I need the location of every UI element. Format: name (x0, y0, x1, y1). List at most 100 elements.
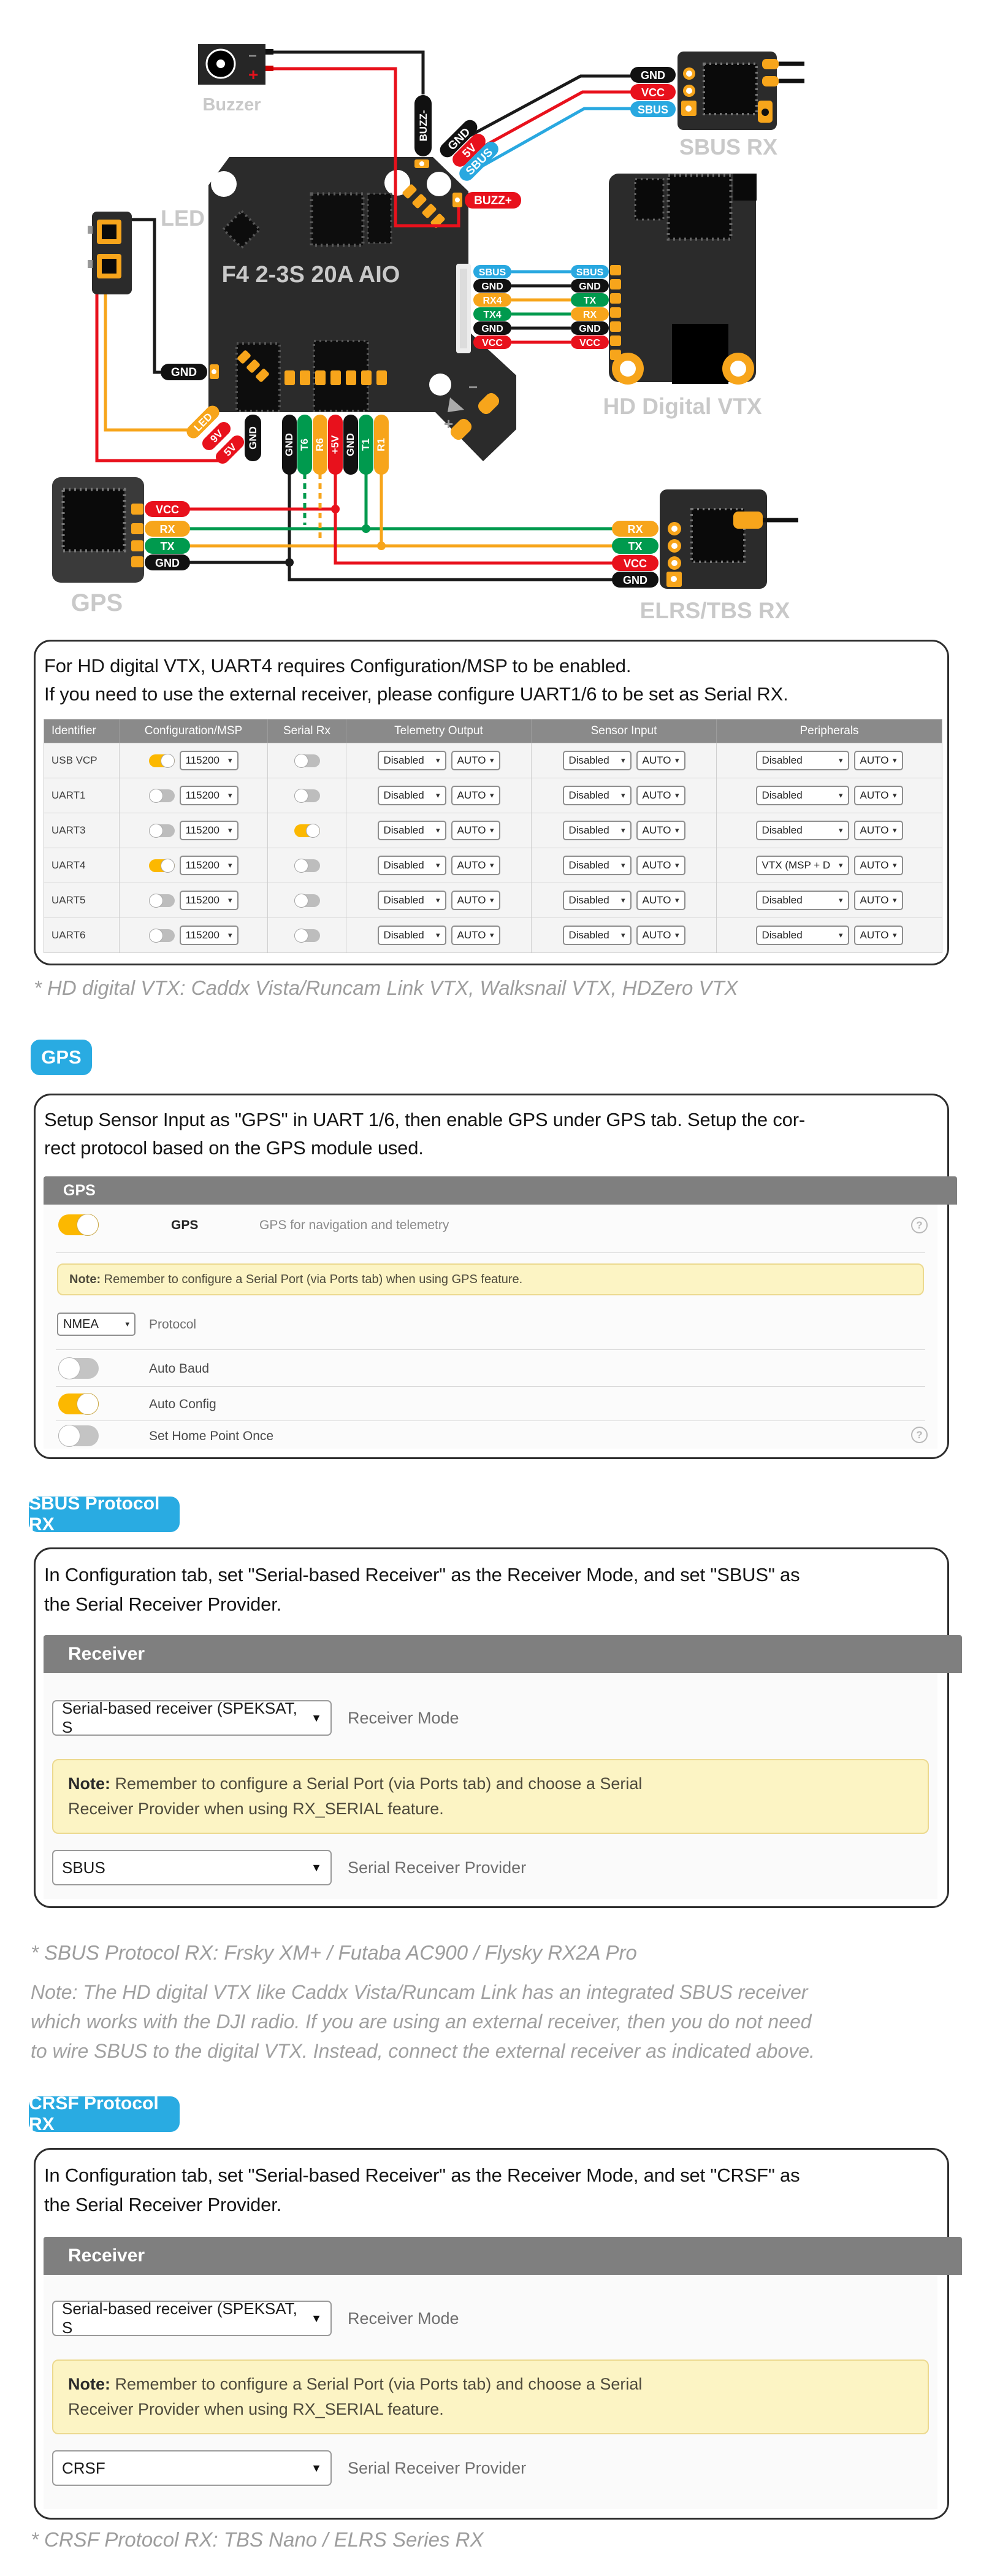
baud-select[interactable]: 115200▾ (180, 821, 239, 840)
baud-select[interactable]: 115200▾ (180, 751, 239, 770)
pin-col-vtx: SBUS GND TX RX GND VCC (571, 265, 609, 349)
serial-rx-toggle[interactable] (294, 894, 320, 907)
svg-text:SBUS: SBUS (638, 104, 668, 116)
auto-config-toggle[interactable] (58, 1393, 99, 1414)
telemetry-cell: Disabled▾ AUTO▾ (346, 848, 531, 883)
telemetry-baud-select[interactable]: AUTO▾ (451, 786, 500, 805)
sensor-select[interactable]: Disabled▾ (563, 786, 632, 805)
serial-rx-toggle[interactable] (294, 754, 320, 767)
serial-rx-toggle[interactable] (294, 824, 320, 837)
svg-text:SBUS: SBUS (576, 267, 604, 278)
peripherals-select[interactable]: Disabled▾ (756, 786, 849, 805)
pin-buzz-plus: BUZZ+ (465, 192, 521, 209)
telemetry-baud-select[interactable]: AUTO▾ (451, 856, 500, 875)
chevron-down-icon: ▾ (893, 930, 897, 940)
baud-select[interactable]: 115200▾ (180, 926, 239, 945)
serial-rx-toggle[interactable] (294, 859, 320, 872)
sensor-baud-select[interactable]: AUTO ▾ (636, 891, 685, 910)
telemetry-baud-select[interactable]: AUTO▾ (451, 891, 500, 910)
col-configuration-msp: Configuration/MSP (119, 719, 267, 743)
sensor-baud-select[interactable]: AUTO▾ (636, 786, 685, 805)
msp-toggle[interactable] (149, 894, 175, 907)
sensor-baud-select[interactable]: AUTO▾ (636, 856, 685, 875)
serial-rx-toggle[interactable] (294, 789, 320, 802)
serial-rx-toggle[interactable] (294, 929, 320, 942)
peripherals-baud-select[interactable]: AUTO▾ (854, 891, 903, 910)
serial-provider-select[interactable]: SBUS▼ (52, 1850, 332, 1885)
msp-toggle[interactable] (149, 859, 175, 872)
chevron-down-icon: ▾ (839, 826, 843, 835)
help-icon[interactable]: ? (911, 1217, 928, 1233)
peripherals-select[interactable]: Disabled▾ (756, 926, 849, 945)
gps-module: GPS (52, 477, 144, 616)
sensor-cell: Disabled▾AUTO▾ (531, 848, 716, 883)
chevron-down-icon: ▾ (436, 861, 440, 870)
peripherals-baud-select[interactable]: AUTO▾ (854, 856, 903, 875)
chevron-down-icon: ▾ (490, 756, 494, 765)
baud-select[interactable]: 115200▾ (180, 786, 239, 805)
chevron-down-icon: ▾ (675, 895, 679, 905)
peripherals-select[interactable]: Disabled▾ (756, 751, 849, 770)
dropdown-arrow-icon: ▼ (311, 1712, 322, 1725)
peripherals-select[interactable]: Disabled▾ (756, 891, 849, 910)
receiver-mode-select[interactable]: Serial-based receiver (SPEKSAT, S▼ (52, 1700, 332, 1736)
sbus-intro-line2: the Serial Receiver Provider. (44, 1593, 281, 1616)
peripherals-value: Disabled (762, 789, 803, 802)
peripherals-value: Disabled (762, 824, 803, 837)
telemetry-select[interactable]: Disabled▾ (378, 751, 446, 770)
config-msp-cell: 115200▾ (119, 743, 267, 778)
peripherals-select[interactable]: VTX (MSP + D▾ (756, 856, 849, 875)
crsf-intro-line1: In Configuration tab, set "Serial-based … (44, 2164, 800, 2187)
sensor-baud-value: AUTO (643, 894, 671, 907)
sensor-select[interactable]: Disabled▾ (563, 821, 632, 840)
dropdown-arrow-icon: ▼ (311, 2312, 322, 2325)
chevron-down-icon: ▾ (893, 895, 897, 905)
peripherals-baud-select[interactable]: AUTO▾ (854, 821, 903, 840)
serial-provider-select[interactable]: CRSF▼ (52, 2450, 332, 2486)
msp-toggle[interactable] (149, 824, 175, 837)
set-home-toggle[interactable] (58, 1425, 99, 1446)
telemetry-value: Disabled (384, 789, 424, 802)
peripherals-select[interactable]: Disabled ▾ (756, 821, 849, 840)
help-icon[interactable]: ? (911, 1427, 928, 1443)
telemetry-cell: Disabled▾ AUTO▾ (346, 743, 531, 778)
chevron-down-icon: ▾ (490, 861, 494, 870)
gps-protocol-select[interactable]: NMEA▾ (57, 1313, 136, 1336)
telemetry-select[interactable]: Disabled▾ (378, 821, 446, 840)
telemetry-select[interactable]: Disabled▾ (378, 891, 446, 910)
sensor-select[interactable]: Disabled▾ (563, 926, 632, 945)
telemetry-baud-select[interactable]: AUTO▾ (451, 751, 500, 770)
telemetry-select[interactable]: Disabled▾ (378, 926, 446, 945)
msp-toggle[interactable] (149, 929, 175, 942)
telemetry-baud-select[interactable]: AUTO▾ (451, 821, 500, 840)
sensor-baud-select[interactable]: AUTO▾ (636, 751, 685, 770)
sensor-select[interactable]: Disabled▾ (563, 856, 632, 875)
peripherals-baud-select[interactable]: AUTO▾ (854, 926, 903, 945)
baud-value: 115200 (186, 929, 219, 941)
sensor-select[interactable]: Disabled▾ (563, 891, 632, 910)
peripherals-baud-select[interactable]: AUTO▾ (854, 786, 903, 805)
telemetry-select[interactable]: Disabled▾ (378, 786, 446, 805)
pin-buzz-minus: BUZZ- (414, 95, 432, 156)
auto-baud-toggle[interactable] (58, 1358, 99, 1379)
baud-select[interactable]: 115200▾ (180, 891, 239, 910)
telemetry-select[interactable]: Disabled▾ (378, 856, 446, 875)
receiver-mode-value: Serial-based receiver (SPEKSAT, S (62, 1699, 311, 1737)
sensor-select[interactable]: Disabled▾ (563, 751, 632, 770)
sensor-baud-select[interactable]: AUTO▾ (636, 926, 685, 945)
receiver-mode-select[interactable]: Serial-based receiver (SPEKSAT, S▼ (52, 2301, 332, 2336)
msp-toggle[interactable] (149, 789, 175, 802)
chevron-down-icon: ▾ (436, 930, 440, 940)
peripherals-baud-value: AUTO (860, 824, 889, 837)
serial-rx-cell (267, 918, 346, 953)
baud-select[interactable]: 115200 ▾ (180, 856, 239, 875)
gps-enable-toggle[interactable] (58, 1214, 99, 1235)
telemetry-baud-select[interactable]: AUTO▾ (451, 926, 500, 945)
sbus-vtx-note-line1: Note: The HD digital VTX like Caddx Vist… (31, 1977, 815, 2007)
sensor-baud-select[interactable]: AUTO▾ (636, 821, 685, 840)
peripherals-baud-select[interactable]: AUTO▾ (854, 751, 903, 770)
msp-toggle[interactable] (149, 754, 175, 767)
serial-rx-cell (267, 813, 346, 848)
baud-value: 115200 (186, 859, 219, 872)
chevron-down-icon: ▾ (228, 861, 232, 870)
